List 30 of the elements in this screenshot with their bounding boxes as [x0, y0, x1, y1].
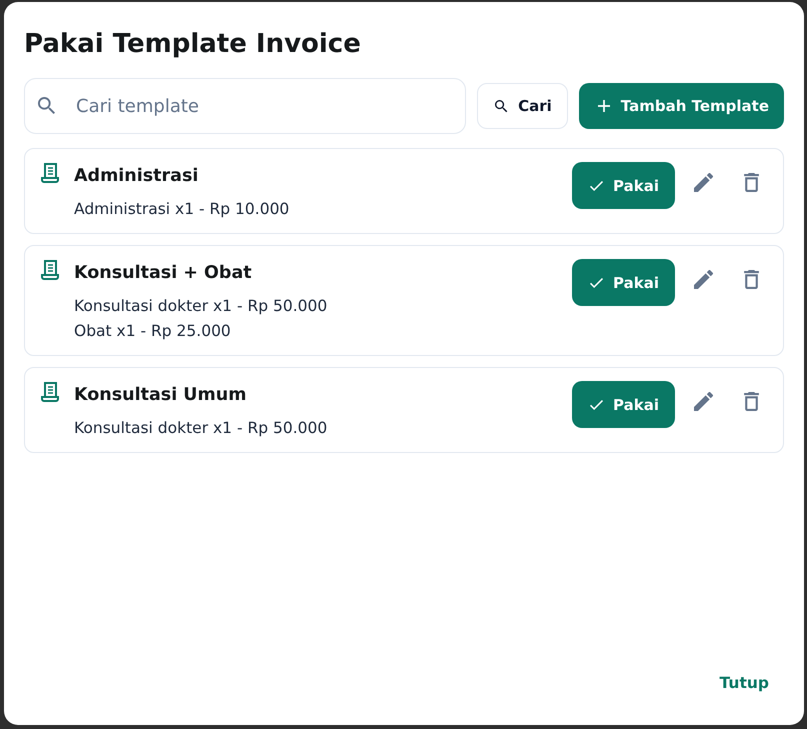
pencil-icon — [694, 392, 712, 410]
template-name: Administrasi — [74, 165, 200, 188]
pencil-icon — [694, 270, 712, 288]
pencil-icon — [694, 172, 712, 192]
receipt-icon — [41, 163, 59, 183]
use-button[interactable]: Pakai — [572, 259, 675, 306]
use-button[interactable]: Pakai — [572, 162, 675, 209]
template-name: Konsultasi Umum — [74, 384, 248, 407]
dialog-title: Pakai Template Invoice — [24, 28, 361, 60]
trash-icon — [744, 270, 758, 288]
search-icon — [495, 100, 508, 112]
trash-icon — [744, 172, 758, 192]
check-icon — [590, 278, 604, 288]
template-name: Konsultasi + Obat — [74, 262, 253, 285]
template-item: Obat x1 - Rp 25.000 — [74, 321, 232, 342]
receipt-icon — [41, 260, 59, 280]
receipt-icon — [41, 382, 59, 402]
trash-icon — [744, 392, 758, 410]
check-icon — [590, 400, 604, 410]
close-button[interactable]: Tutup — [704, 665, 784, 701]
search-button[interactable]: Cari — [477, 83, 568, 129]
plus-icon — [598, 100, 610, 112]
search-field[interactable]: Cari template — [24, 78, 466, 134]
template-item: Konsultasi dokter x1 - Rp 50.000 — [74, 296, 328, 317]
template-item: Konsultasi dokter x1 - Rp 50.000 — [74, 418, 328, 439]
check-icon — [590, 180, 604, 190]
template-item: Administrasi x1 - Rp 10.000 — [74, 199, 290, 220]
use-button[interactable]: Pakai — [572, 381, 675, 428]
search-icon — [38, 97, 56, 115]
add-template-button[interactable]: Tambah Template — [578, 83, 784, 129]
